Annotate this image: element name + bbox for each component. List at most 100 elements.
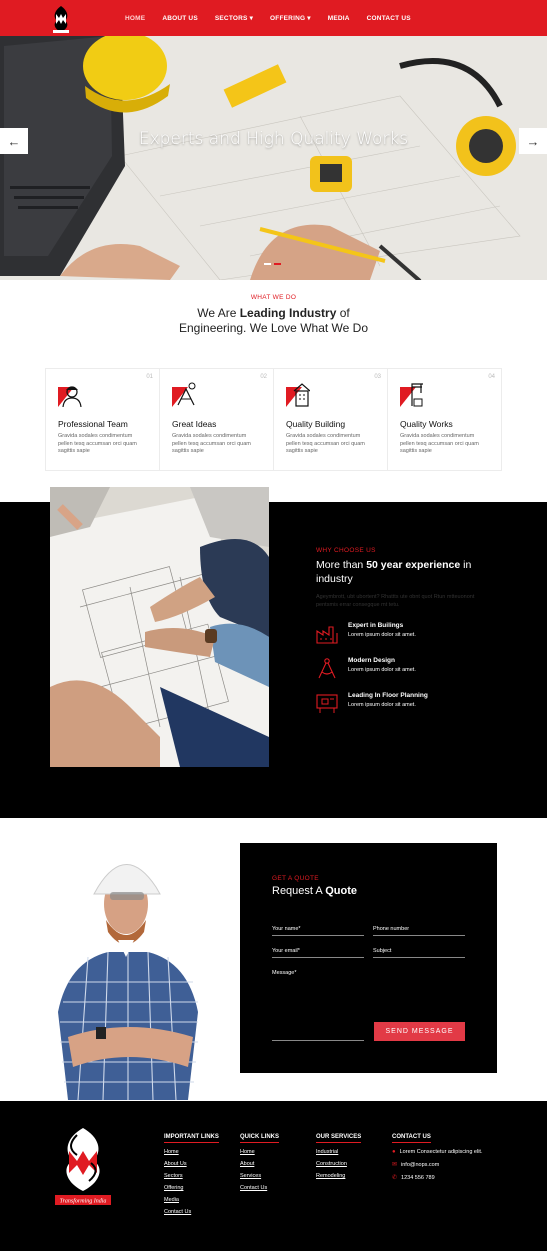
feature-card[interactable]: 03 Quality Building Gravida sodales cond… (274, 369, 388, 470)
feature-text: Gravida sodales condimentum pellen tesq … (286, 433, 365, 454)
quick-links-column: QUICK LINKS Home About Services Contact … (240, 1125, 279, 1191)
footer-link-offering[interactable]: Offering (164, 1185, 219, 1191)
envelope-icon: ✉ (392, 1162, 398, 1168)
main-menu: HOME ABOUT US SECTORS ▾ OFFERING ▾ MEDIA… (125, 0, 428, 36)
services-column: OUR SERVICES Industrial Construction Rem… (316, 1125, 362, 1179)
why-item: Expert in Builings Lorem ipsum dolor sit … (316, 622, 496, 644)
phone-text: 1234 556 789 (401, 1174, 435, 1181)
feature-card[interactable]: 04 Quality Works Gravida sodales condime… (388, 369, 501, 470)
feature-number: 04 (488, 374, 495, 380)
why-item-text: Lorem ipsum dolor sit amet. (348, 632, 416, 638)
send-message-button[interactable]: SEND MESSAGE (374, 1022, 465, 1041)
heading-bold: Quote (325, 885, 357, 897)
name-field[interactable]: Your name* (272, 926, 364, 936)
why-item-text: Lorem ipsum dolor sit amet. (348, 667, 416, 673)
blueprint-icon (316, 694, 338, 713)
heading-part: Request A (272, 885, 326, 897)
footer-link-industrial[interactable]: Industrial (316, 1149, 361, 1155)
location-pin-icon: ● (392, 1149, 396, 1155)
why-intro-text: Ageymbrott, ubt ubortent? Rhattts ute ob… (316, 594, 475, 608)
hero-title: Experts and High Quality Works (138, 129, 409, 149)
heading-part: of (336, 306, 350, 320)
phone-field[interactable]: Phone number (373, 926, 465, 936)
hero-background-image (0, 36, 547, 280)
heading-part: More than (316, 559, 367, 571)
brand-logo[interactable] (50, 5, 72, 33)
quote-heading: Request A Quote (272, 885, 465, 897)
footer-link-remodeling[interactable]: Remodeling (316, 1173, 361, 1179)
nav-offering[interactable]: OFFERING ▾ (270, 14, 311, 22)
footer-link-contact[interactable]: Contact Us (240, 1185, 279, 1191)
what-we-do-section: WHAT WE DO We Are Leading Industry of En… (0, 294, 547, 336)
heading-bold: Leading Industry (239, 306, 337, 320)
footer-logo-caption: Transforming India (60, 1198, 107, 1205)
why-item: Modern Design Lorem ipsum dolor sit amet. (316, 657, 496, 679)
column-title: OUR SERVICES (316, 1134, 362, 1143)
heading-line-2: Engineering. We Love What We Do (179, 321, 368, 335)
idea-tools-icon (172, 382, 196, 407)
why-choose-us-content: WHY CHOOSE US More than 50 year experien… (316, 547, 496, 714)
slider-dots (264, 263, 281, 265)
footer-link-about[interactable]: About Us (164, 1161, 219, 1167)
contact-phone[interactable]: ✆ 1234 556 789 (392, 1174, 482, 1182)
compass-icon (318, 658, 336, 679)
slider-dot-1[interactable] (264, 263, 271, 265)
factory-icon (316, 626, 338, 644)
feature-card[interactable]: 01 Professional Team Gravida sodales con… (46, 369, 160, 470)
contact-column: CONTACT US ● Lorem Consectetur adipiscing… (392, 1125, 482, 1181)
email-field[interactable]: Your email* (272, 948, 364, 958)
feature-number: 01 (146, 374, 153, 380)
footer-link-construction[interactable]: Construction (316, 1161, 361, 1167)
why-heading: More than 50 year experience in industry (316, 558, 496, 586)
feature-text: Gravida sodales condimentum pellen tesq … (172, 433, 251, 454)
footer-link-services[interactable]: Services (240, 1173, 279, 1179)
footer-link-media[interactable]: Media (164, 1197, 219, 1203)
feature-card[interactable]: 02 Great Ideas Gravida sodales condiment… (160, 369, 274, 470)
building-icon (286, 383, 311, 407)
important-links-column: IMPORTANT LINKS Home About Us Sectors Of… (164, 1125, 219, 1215)
why-item-text: Lorem ipsum dolor sit amet. (348, 702, 416, 708)
hero-slider: Experts and High Quality Works ← → (0, 36, 547, 280)
feature-title: Quality Works (400, 419, 453, 429)
section-kicker: WHY CHOOSE US (316, 547, 376, 554)
heading-part: We Are (197, 306, 240, 320)
column-title: QUICK LINKS (240, 1134, 279, 1143)
why-item: Leading In Floor Planning Lorem ipsum dol… (316, 692, 496, 714)
nav-about[interactable]: ABOUT US (162, 15, 198, 22)
feature-number: 03 (374, 374, 381, 380)
arrow-right-icon: → (526, 133, 540, 149)
feature-title: Quality Building (286, 419, 346, 429)
footer-logo[interactable]: Transforming India (55, 1125, 111, 1207)
section-kicker: WHAT WE DO (250, 294, 297, 301)
arrow-left-icon: ← (7, 133, 21, 149)
subject-field[interactable]: Subject (373, 948, 465, 958)
footer: Transforming India IMPORTANT LINKS Home … (0, 1101, 547, 1251)
engineer-portrait-image (48, 832, 208, 1100)
feature-text: Gravida sodales condimentum pellen tesq … (58, 433, 137, 454)
heading-bold: 50 year experience (366, 559, 461, 571)
nav-sectors[interactable]: SECTORS ▾ (215, 14, 253, 22)
footer-link-home[interactable]: Home (240, 1149, 279, 1155)
why-item-title: Modern Design (348, 657, 395, 664)
message-field[interactable]: Message* (272, 970, 364, 1041)
slider-prev-button[interactable]: ← (0, 128, 28, 154)
phone-icon: ✆ (392, 1175, 398, 1181)
address-text: Lorem Consectetur adipiscing elit. (399, 1149, 483, 1155)
contact-address: ● Lorem Consectetur adipiscing elit. (392, 1149, 482, 1155)
contact-email[interactable]: ✉ info@nops.com (392, 1161, 482, 1169)
footer-link-sectors[interactable]: Sectors (164, 1173, 219, 1179)
nav-home[interactable]: HOME (125, 15, 145, 22)
footer-link-about[interactable]: About (240, 1161, 279, 1167)
column-title: CONTACT US (392, 1134, 431, 1143)
nav-contact[interactable]: CONTACT US (367, 15, 411, 22)
blueprint-meeting-image (50, 487, 269, 767)
nav-media[interactable]: MEDIA (328, 15, 350, 22)
footer-link-home[interactable]: Home (164, 1149, 219, 1155)
feature-title: Great Ideas (172, 419, 217, 429)
slider-dot-2[interactable] (274, 263, 281, 265)
slider-next-button[interactable]: → (519, 128, 547, 154)
engineer-icon (58, 386, 82, 408)
feature-title: Professional Team (58, 419, 128, 429)
why-item-title: Expert in Builings (348, 622, 404, 629)
footer-link-contact[interactable]: Contact Us (164, 1209, 219, 1215)
